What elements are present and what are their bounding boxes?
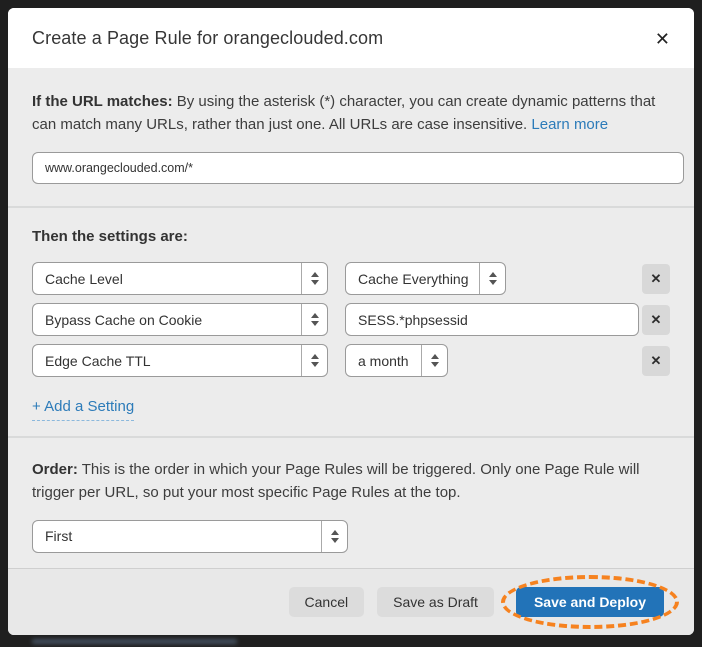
select-stepper-icon — [479, 263, 505, 294]
blurred-background-link — [32, 639, 237, 644]
select-stepper-icon — [301, 304, 327, 335]
save-as-draft-button[interactable]: Save as Draft — [377, 587, 494, 617]
select-stepper-icon — [421, 345, 447, 376]
select-value: Bypass Cache on Cookie — [33, 312, 301, 328]
cancel-button[interactable]: Cancel — [289, 587, 365, 617]
setting-select-edge-cache-ttl[interactable]: Edge Cache TTL — [32, 344, 328, 377]
dialog-footer: Cancel Save as Draft Save and Deploy — [8, 568, 694, 635]
remove-setting-button[interactable]: ✕ — [642, 346, 670, 376]
settings-rows: Cache Level Cache Everything ✕ Bypass Ca… — [32, 262, 670, 377]
value-select-ttl-duration[interactable]: a month — [345, 344, 448, 377]
setting-row-cache-level: Cache Level Cache Everything ✕ — [32, 262, 670, 295]
create-page-rule-dialog: Create a Page Rule for orangeclouded.com… — [8, 8, 694, 635]
select-value: a month — [346, 353, 421, 369]
add-setting-link[interactable]: + Add a Setting — [32, 398, 134, 421]
save-and-deploy-button[interactable]: Save and Deploy — [516, 587, 664, 617]
order-select[interactable]: First — [32, 520, 348, 553]
remove-setting-button[interactable]: ✕ — [642, 264, 670, 294]
order-lead: Order: — [32, 461, 78, 478]
select-stepper-icon — [321, 521, 347, 552]
select-value: Cache Everything — [346, 271, 479, 287]
select-stepper-icon — [301, 263, 327, 294]
order-section: Order: This is the order in which your P… — [8, 436, 694, 568]
url-match-lead: If the URL matches: — [32, 93, 173, 110]
url-match-section: If the URL matches: By using the asteris… — [8, 68, 694, 206]
value-select-cache-everything[interactable]: Cache Everything — [345, 262, 506, 295]
settings-section: Then the settings are: Cache Level Cache… — [8, 206, 694, 436]
setting-row-bypass-cache: Bypass Cache on Cookie ✕ — [32, 303, 670, 336]
select-value: Cache Level — [33, 271, 301, 287]
close-icon[interactable]: ✕ — [655, 30, 670, 48]
settings-heading: Then the settings are: — [32, 228, 670, 245]
select-value: First — [33, 528, 321, 544]
cookie-pattern-input[interactable] — [345, 303, 639, 336]
learn-more-link[interactable]: Learn more — [531, 116, 608, 133]
setting-row-edge-cache-ttl: Edge Cache TTL a month ✕ — [32, 344, 670, 377]
remove-setting-button[interactable]: ✕ — [642, 305, 670, 335]
dialog-title: Create a Page Rule for orangeclouded.com — [32, 28, 383, 49]
select-stepper-icon — [301, 345, 327, 376]
dialog-header: Create a Page Rule for orangeclouded.com… — [8, 8, 694, 68]
url-pattern-input[interactable] — [32, 152, 684, 184]
order-description: Order: This is the order in which your P… — [32, 458, 670, 505]
order-body: This is the order in which your Page Rul… — [32, 461, 640, 501]
select-value: Edge Cache TTL — [33, 353, 301, 369]
url-match-description: If the URL matches: By using the asteris… — [32, 90, 670, 137]
save-and-deploy-wrap: Save and Deploy — [516, 587, 664, 617]
setting-select-cache-level[interactable]: Cache Level — [32, 262, 328, 295]
setting-select-bypass-cache[interactable]: Bypass Cache on Cookie — [32, 303, 328, 336]
